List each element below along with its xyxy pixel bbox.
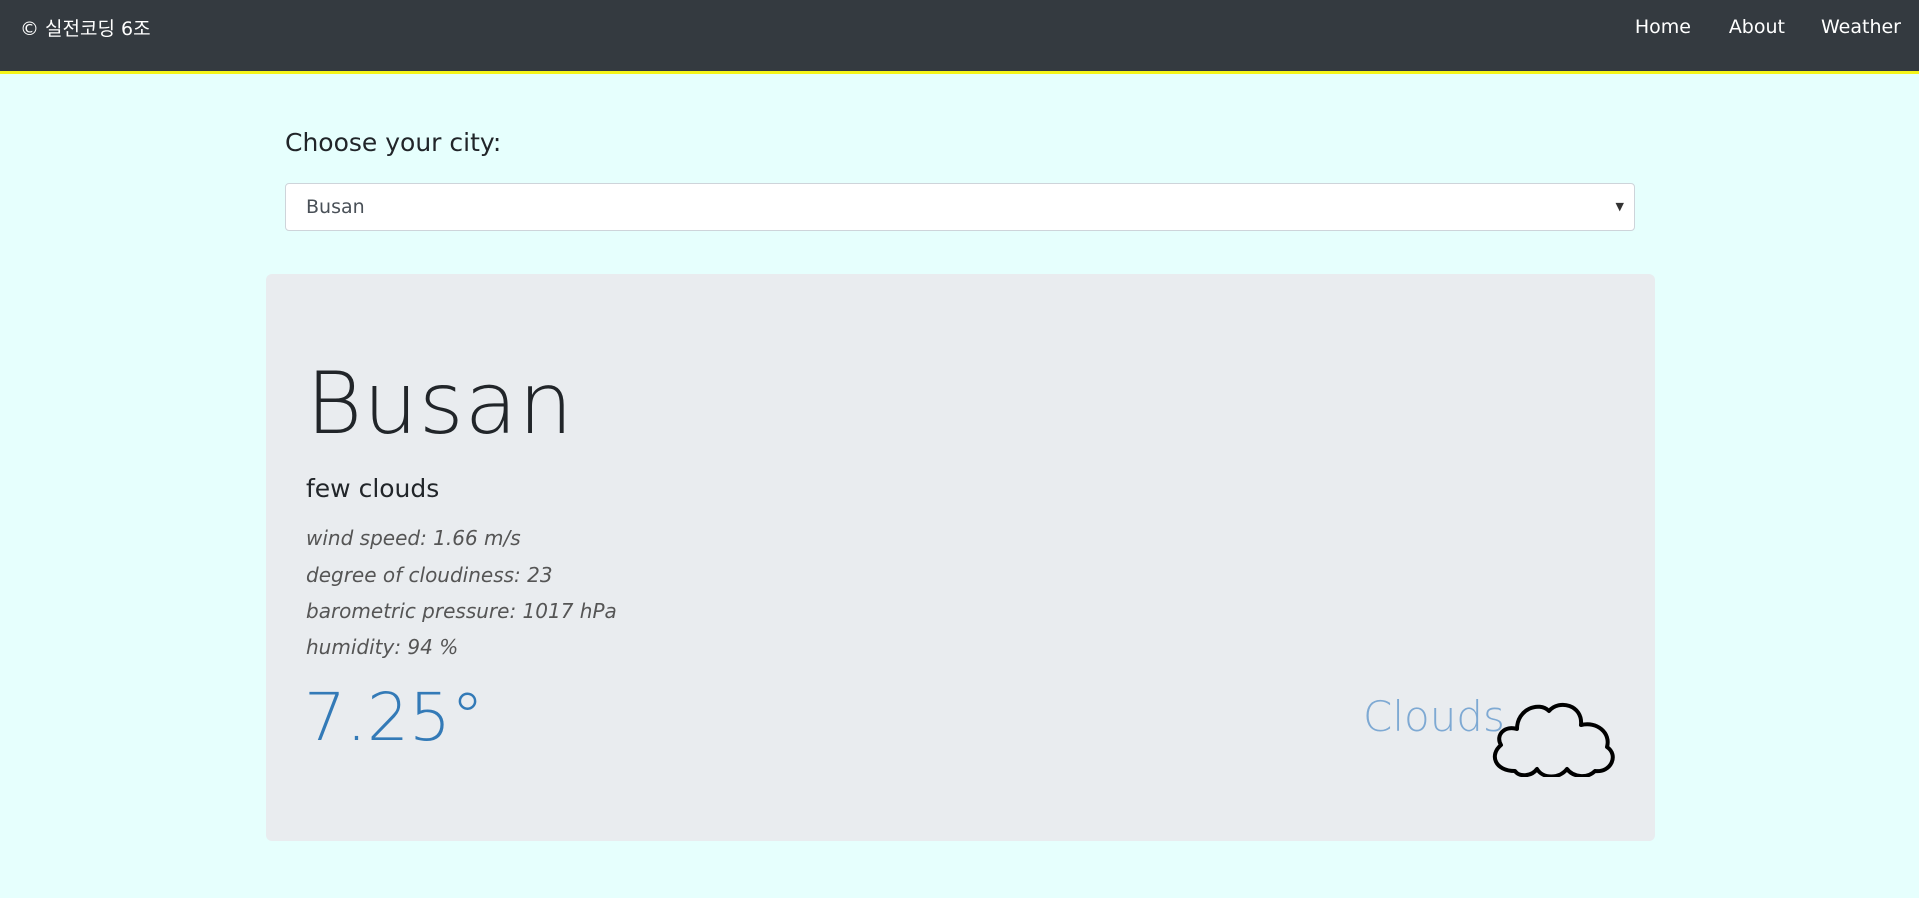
nav-link-home[interactable]: Home bbox=[1635, 16, 1691, 38]
weather-condition: Clouds bbox=[1363, 692, 1505, 741]
city-select-value: Busan bbox=[306, 196, 365, 218]
chevron-down-icon: ▼ bbox=[1615, 200, 1624, 213]
cloud-icon bbox=[1492, 702, 1615, 777]
weather-description: few clouds bbox=[306, 474, 440, 503]
city-name: Busan bbox=[306, 354, 574, 454]
city-select[interactable]: Busan ▼ bbox=[285, 183, 1635, 231]
brand-text: © 실전코딩 6조 bbox=[20, 18, 151, 40]
cloudiness: degree of cloudiness: 23 bbox=[306, 563, 553, 587]
nav-link-about[interactable]: About bbox=[1729, 16, 1785, 38]
temperature: 7.25° bbox=[304, 679, 484, 756]
barometric-pressure: barometric pressure: 1017 hPa bbox=[306, 599, 617, 623]
city-select-label: Choose your city: bbox=[285, 128, 502, 157]
weather-card: Busan few clouds wind speed: 1.66 m/s de… bbox=[266, 274, 1655, 841]
wind-speed: wind speed: 1.66 m/s bbox=[306, 526, 521, 550]
nav-link-weather[interactable]: Weather bbox=[1821, 16, 1919, 38]
top-navbar: © 실전코딩 6조 Home About Weather bbox=[0, 0, 1919, 74]
humidity: humidity: 94 % bbox=[306, 635, 459, 659]
